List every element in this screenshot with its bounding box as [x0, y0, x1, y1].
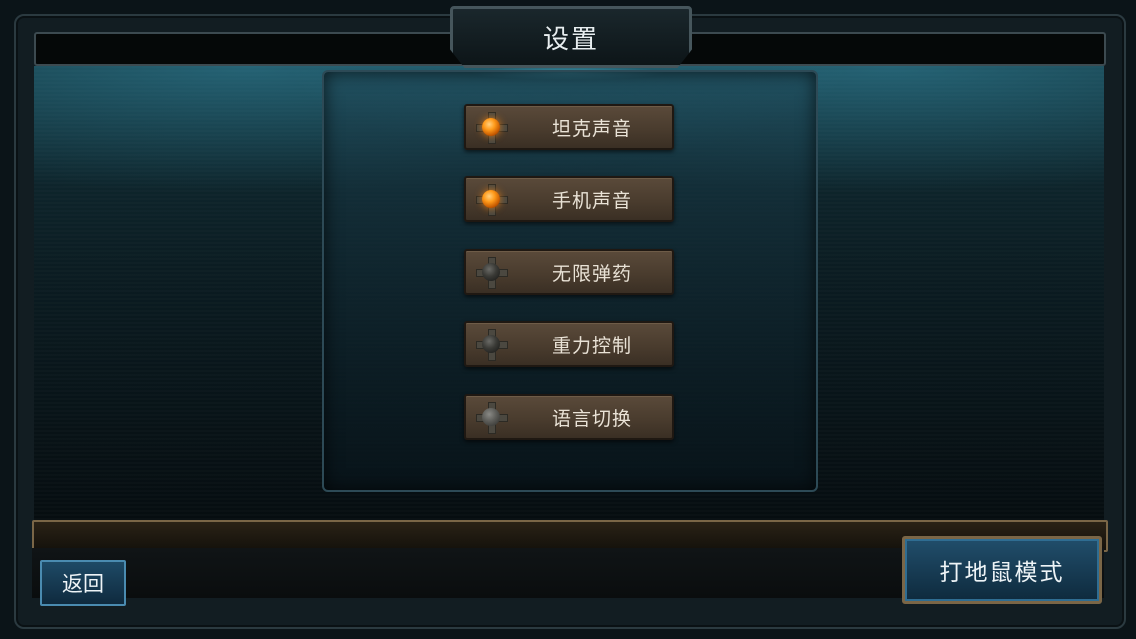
- option-label: 手机声音: [551, 189, 632, 212]
- option-label: 无限弹药: [551, 262, 632, 285]
- back-button[interactable]: 返回: [40, 560, 126, 606]
- title-tab: 设置: [450, 6, 692, 68]
- option-infinite-ammo[interactable]: 无限弹药: [464, 249, 674, 295]
- option-phone-sound[interactable]: 手机声音: [464, 176, 674, 222]
- option-label: 语言切换: [551, 407, 632, 430]
- option-tank-sound[interactable]: 坦克声音: [464, 104, 674, 150]
- whack-a-mole-mode-button[interactable]: 打地鼠模式: [902, 536, 1102, 604]
- option-label: 重力控制: [551, 334, 632, 357]
- toggle-on-icon: [476, 112, 508, 144]
- toggle-off-icon: [476, 329, 508, 361]
- option-language-switch[interactable]: 语言切换: [464, 394, 674, 440]
- toggle-on-icon: [476, 184, 508, 216]
- option-label: 坦克声音: [551, 117, 632, 140]
- option-gravity-control[interactable]: 重力控制: [464, 321, 674, 367]
- page-title: 设置: [542, 24, 599, 55]
- toggle-off-icon: [476, 257, 508, 289]
- selector-icon: [476, 402, 508, 434]
